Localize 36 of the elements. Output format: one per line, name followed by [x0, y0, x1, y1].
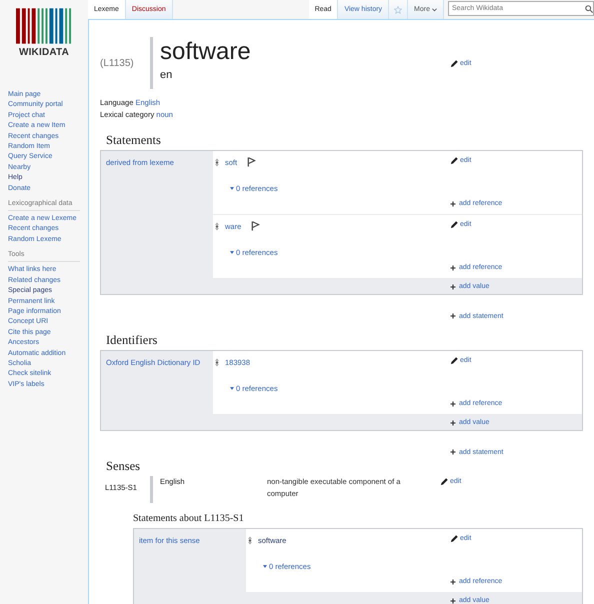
star-icon: [394, 6, 402, 14]
plus-icon: [450, 420, 456, 426]
plus-icon: [450, 449, 456, 455]
plus-icon: [450, 313, 456, 319]
lemma-title: software: [160, 37, 252, 67]
plus-icon: [450, 284, 456, 290]
rank-icon[interactable]: [215, 358, 219, 366]
chevron-down-icon: [432, 8, 437, 12]
subsection-heading: Statements about L1135-S1: [133, 513, 245, 525]
rank-icon[interactable]: [248, 536, 252, 544]
section-heading: Senses: [106, 459, 142, 473]
pencil-icon: [450, 356, 459, 365]
lemma-language-code: en: [160, 68, 174, 83]
plus-icon: [450, 578, 456, 584]
rank-icon[interactable]: [215, 158, 219, 166]
watch-star-button[interactable]: [389, 0, 408, 19]
plus-icon: [450, 598, 456, 604]
lexeme-id: (L1135): [100, 58, 135, 68]
search-icon[interactable]: [585, 4, 593, 12]
barcode-logo-icon: [16, 8, 72, 44]
caret-icon: [263, 565, 267, 568]
pencil-icon: [440, 477, 449, 486]
caret-icon: [230, 251, 234, 254]
plus-icon: [450, 200, 456, 206]
rank-icon[interactable]: [215, 222, 219, 230]
caret-icon: [230, 187, 234, 190]
logo-wordmark[interactable]: WIKIDATA: [18, 47, 70, 58]
pencil-icon: [450, 534, 459, 543]
pencil-icon: [450, 156, 459, 165]
pencil-icon: [450, 220, 459, 229]
section-heading: Statements: [106, 133, 162, 147]
section-heading: Identifiers: [106, 333, 158, 347]
pencil-icon: [450, 58, 459, 68]
plus-icon: [450, 264, 456, 270]
caret-icon: [230, 387, 234, 390]
plus-icon: [450, 400, 456, 406]
